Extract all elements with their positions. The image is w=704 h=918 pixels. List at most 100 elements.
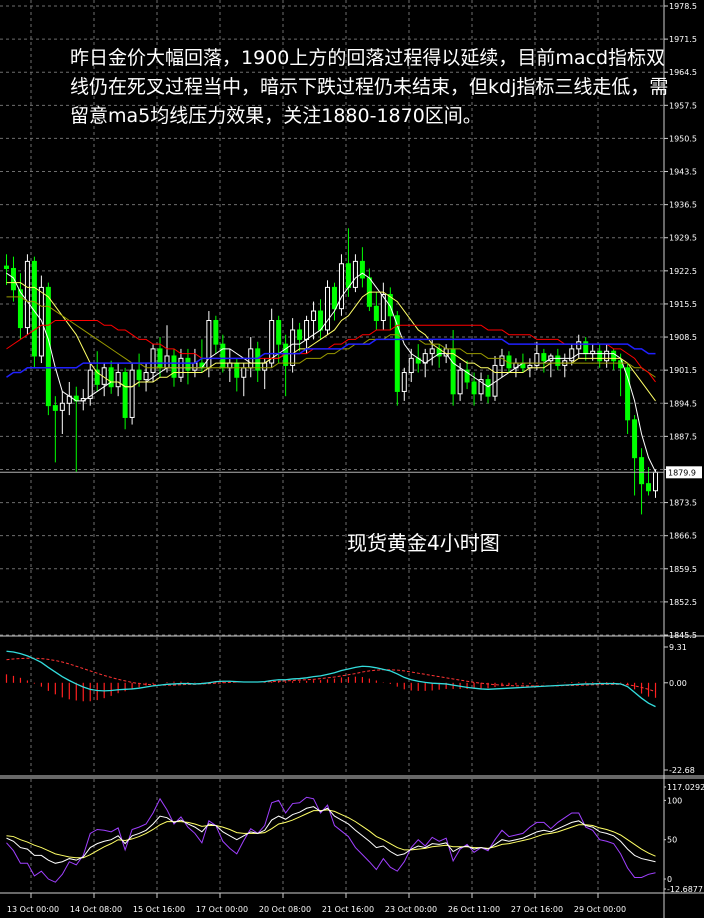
candle-bull [408, 357, 414, 374]
kdj-d-line [6, 809, 656, 859]
y-tick-label: 1978.5 [669, 2, 697, 11]
candle-bull [143, 372, 149, 381]
candle-bull [338, 263, 344, 310]
x-tick-label: 27 Oct 16:00 [511, 905, 563, 914]
candle-bear [234, 362, 240, 378]
candle-bear [52, 405, 58, 411]
candle-bear [597, 350, 603, 362]
candle-bull [429, 348, 435, 355]
candle-bear [10, 267, 16, 291]
chart-root: 1978.5 1971.5 1964.5 1957.5 1950.5 1943.5 1936… [0, 0, 704, 918]
candle-bear [555, 355, 561, 366]
candle-bear [3, 265, 9, 269]
kdj-tick-label: 0 [667, 875, 672, 884]
candle-bull [164, 355, 170, 369]
y-tick-label: 1922.5 [669, 267, 697, 276]
candle-bull [401, 372, 407, 392]
candle-bull [129, 369, 135, 418]
kdj-tick-label: -12.6877 [667, 885, 703, 894]
candle-bull [352, 260, 358, 288]
candle-bear [541, 353, 547, 362]
x-tick-label: 15 Oct 16:00 [133, 905, 185, 914]
candle-bear [639, 457, 645, 485]
macd-tick-label: -22.68 [669, 766, 695, 775]
y-tick-label: 1929.5 [669, 234, 697, 243]
y-tick-label: 1894.5 [669, 399, 697, 408]
x-tick-label: 26 Oct 11:00 [448, 905, 500, 914]
macd-line [6, 650, 656, 708]
candle-bull [269, 320, 275, 364]
x-tick-label: 20 Oct 08:00 [259, 905, 311, 914]
candle-bear [185, 357, 191, 371]
y-tick-label: 1964.5 [669, 68, 697, 77]
candle-bear [394, 315, 400, 392]
y-tick-label: 1845.5 [669, 631, 697, 640]
candle-bull [604, 350, 610, 362]
candle-bear [157, 348, 163, 369]
y-tick-label: 1908.5 [669, 333, 697, 342]
candle-bull [290, 329, 296, 366]
x-tick-label: 21 Oct 16:00 [322, 905, 374, 914]
macd-tick-label: 0.00 [669, 679, 687, 688]
kdj-tick-label: 117.0292 [667, 783, 704, 792]
x-tick-label: 23 Oct 00:00 [385, 905, 437, 914]
x-tick-label: 13 Oct 00:00 [7, 905, 59, 914]
candle-bear [213, 320, 219, 345]
macd-tick-label: 9.31 [669, 643, 687, 652]
candle-bear [471, 381, 477, 395]
candle-bull [576, 341, 582, 350]
candle-bull [150, 348, 156, 374]
candle-bear [318, 310, 324, 331]
candle-bull [87, 369, 93, 400]
y-tick-label: 1915.5 [669, 300, 697, 309]
candle-bull [534, 353, 540, 366]
candle-bull [311, 310, 317, 321]
x-tick-label: 29 Oct 00:00 [574, 905, 626, 914]
candle-bear [373, 305, 379, 322]
candle-bear [276, 320, 282, 345]
y-tick-label: 1887.5 [669, 432, 697, 441]
candle-bear [359, 260, 365, 279]
chart-canvas: 1978.5 1971.5 1964.5 1957.5 1950.5 1943.5 1936… [0, 0, 704, 918]
candle-bear [646, 483, 652, 492]
y-tick-label: 1873.5 [669, 499, 697, 508]
y-tick-label: 1971.5 [669, 35, 697, 44]
y-tick-label: 1852.5 [669, 598, 697, 607]
candle-bull [192, 362, 198, 371]
kdj-tick-label: 50 [667, 836, 677, 845]
chart-label: 现货黄金4小时图 [347, 531, 500, 555]
candle-bear [255, 348, 261, 371]
y-tick-label: 1943.5 [669, 168, 697, 177]
candle-bear [485, 379, 491, 397]
candle-bull [569, 348, 575, 362]
y-tick-label: 1859.5 [669, 565, 697, 574]
y-tick-label: 1866.5 [669, 532, 697, 541]
candle-bear [108, 367, 114, 388]
candle-bull [653, 471, 659, 492]
candle-bear [345, 263, 351, 288]
y-tick-label: 1950.5 [669, 134, 697, 143]
candle-bull [499, 355, 505, 366]
y-tick-label: 1901.5 [669, 366, 697, 375]
candle-bull [115, 372, 121, 388]
candle-bear [611, 350, 617, 362]
analysis-annotation: 昨日金价大幅回落，1900上方的回落过程得以延续，目前macd指标双线仍在死叉过… [70, 47, 669, 127]
x-tick-label: 14 Oct 08:00 [70, 905, 122, 914]
y-tick-label: 1936.5 [669, 201, 697, 210]
candle-bull [241, 367, 247, 378]
candle-bull [227, 362, 233, 369]
candle-bear [632, 419, 638, 459]
candle-bull [59, 402, 65, 411]
candle-bear [625, 367, 631, 421]
kdj-tick-label: 100 [667, 796, 682, 805]
x-tick-label: 17 Oct 00:00 [196, 905, 248, 914]
candle-bull [304, 320, 310, 340]
candle-bear [450, 348, 456, 395]
candle-bull [24, 260, 30, 329]
candle-bull [262, 362, 268, 371]
candle-bear [220, 343, 226, 369]
kdj-j-line [6, 796, 656, 883]
candle-bull [457, 369, 463, 395]
current-price-label: 1879.9 [668, 468, 696, 477]
candle-bear [331, 286, 337, 310]
